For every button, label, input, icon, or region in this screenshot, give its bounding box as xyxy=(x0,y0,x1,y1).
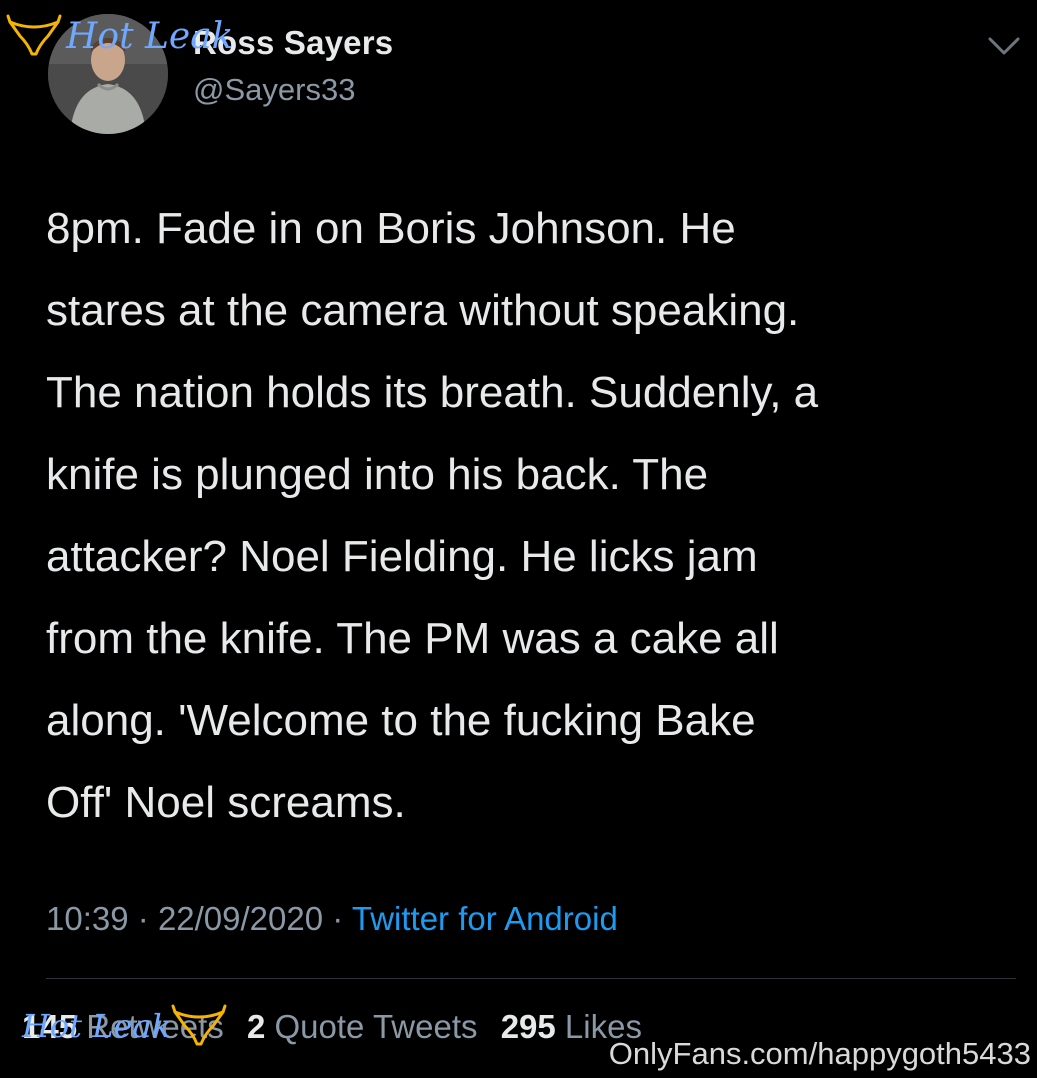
meta-separator: · xyxy=(137,900,149,937)
quote-tweets-count: 2 xyxy=(246,1008,266,1045)
tweet-meta: 10:39 · 22/09/2020 · Twitter for Android xyxy=(46,900,618,938)
divider xyxy=(46,978,1016,979)
meta-separator: · xyxy=(332,900,344,937)
watermark-bottom-right: OnlyFans.com/happygoth5433 xyxy=(608,1036,1031,1071)
quote-tweets-label: Quote Tweets xyxy=(274,1008,478,1045)
tweet-text: 8pm. Fade in on Boris Johnson. He stares… xyxy=(46,204,819,827)
watermark-text: Hot Leak xyxy=(66,15,234,57)
tweet-date[interactable]: 22/09/2020 xyxy=(158,900,323,937)
lingerie-icon xyxy=(171,1004,227,1046)
watermark-bottom-left: Hot Leak xyxy=(22,996,227,1056)
tweet-source-link[interactable]: Twitter for Android xyxy=(352,900,618,937)
watermark-text: Hot Leak xyxy=(22,1007,171,1045)
likes-count: 295 xyxy=(500,1008,556,1045)
user-handle[interactable]: @Sayers33 xyxy=(193,72,355,108)
lingerie-icon xyxy=(6,14,62,56)
tweet-card: Ross Sayers @Sayers33 8pm. Fade in on Bo… xyxy=(0,0,1037,1078)
quote-tweets-stat[interactable]: 2 Quote Tweets xyxy=(247,1008,478,1045)
watermark-top-left: Hot Leak xyxy=(6,6,233,66)
tweet-time[interactable]: 10:39 xyxy=(46,900,129,937)
chevron-down-icon[interactable] xyxy=(986,34,1022,58)
